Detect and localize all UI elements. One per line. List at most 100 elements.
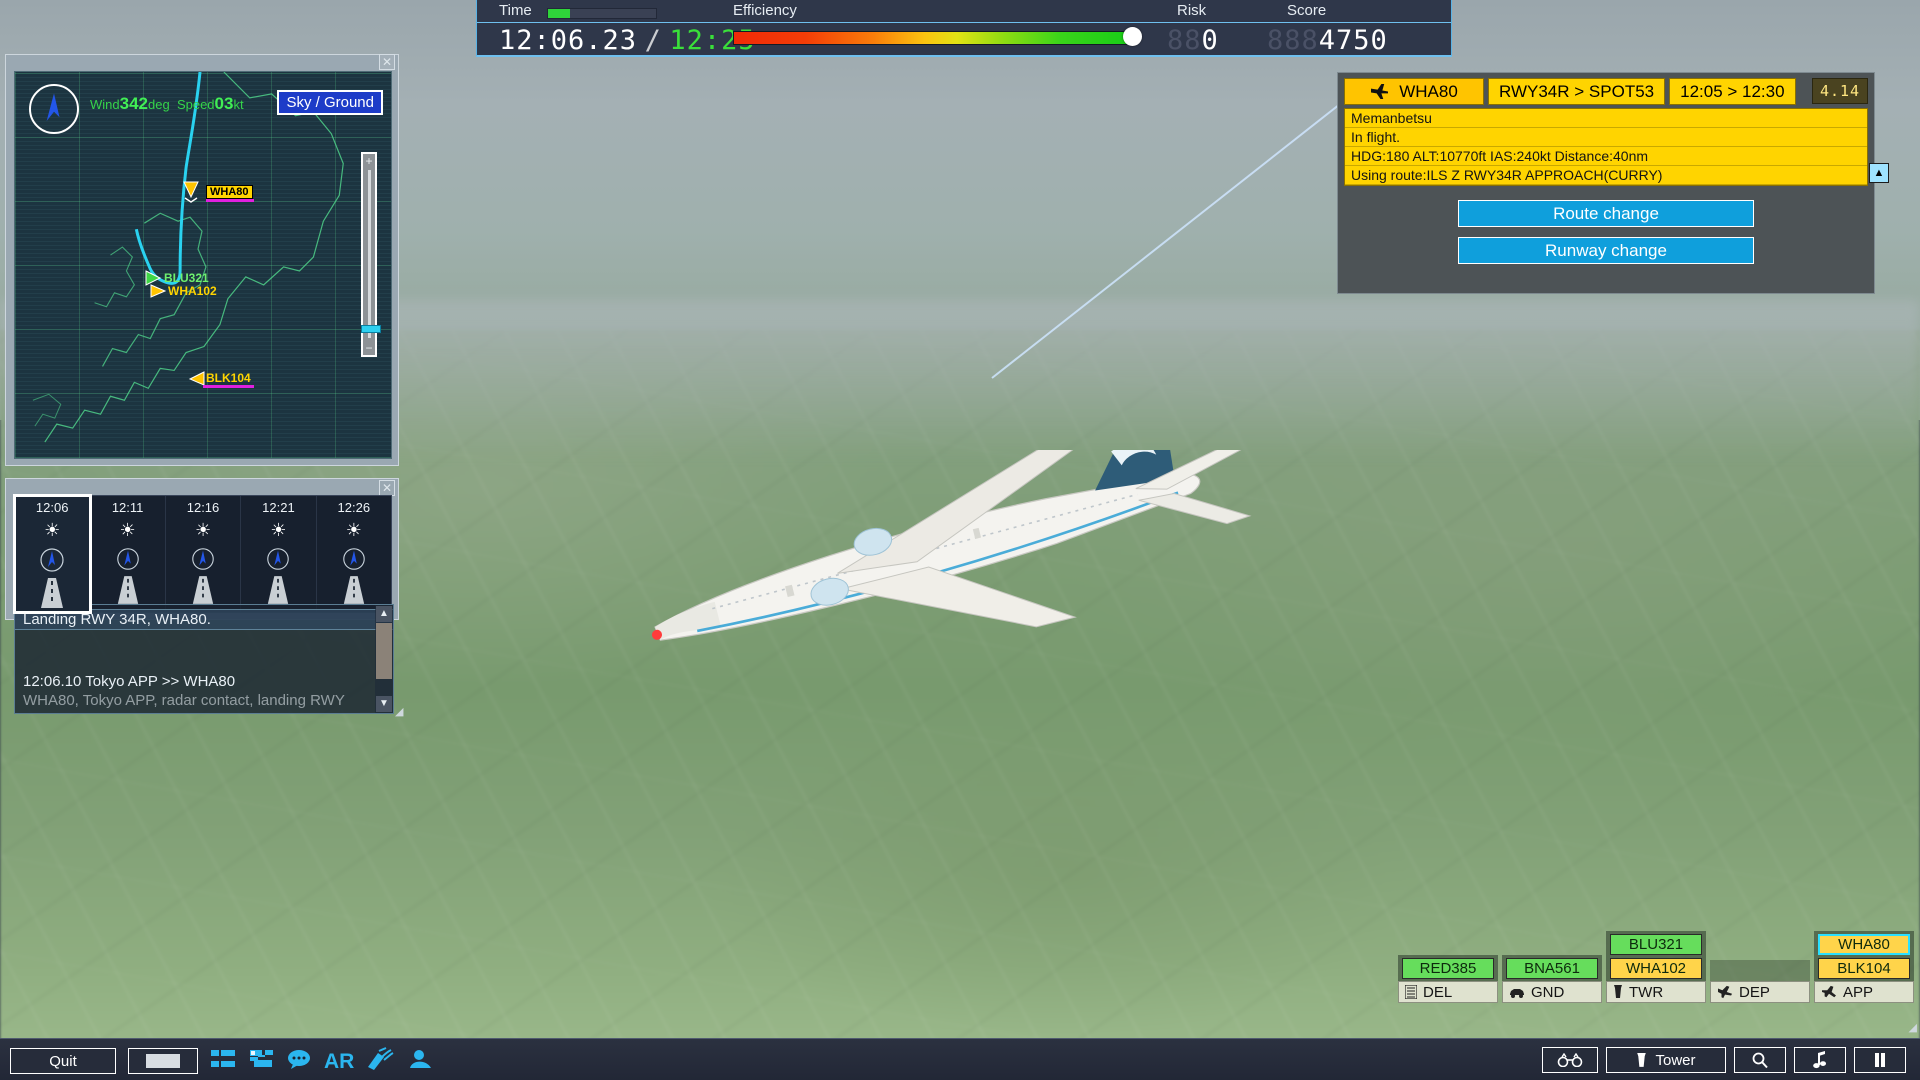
controller-aircraft-stack: WHA80 BLK104 [1814, 931, 1914, 981]
log-scrollbar[interactable]: ▲ ▼ [375, 605, 393, 713]
efficiency-knob [1123, 27, 1142, 46]
zoom-slider-handle[interactable] [361, 325, 381, 333]
radar-icon[interactable] [366, 1047, 394, 1075]
aircraft-chip[interactable]: WHA102 [1610, 958, 1702, 979]
runway-change-button[interactable]: Runway change [1458, 237, 1754, 264]
runway-icon[interactable] [248, 1048, 274, 1074]
log-entry-body[interactable]: WHA80, Tokyo APP, radar contact, landing… [15, 691, 393, 710]
speed-unit: kt [233, 97, 244, 112]
controller-label-text: DEL [1423, 983, 1453, 1001]
weather-cell[interactable]: 12:11 ☀ [90, 496, 166, 612]
weather-timeline-grid[interactable]: 12:06 ☀ 12:11 ☀ 12:16 ☀ 12:21 ☀ 12:26 ☀ [12, 494, 392, 614]
sky-ground-toggle[interactable]: Sky / Ground [277, 90, 383, 115]
flight-strip-panel[interactable]: WHA80 RWY34R > SPOT53 12:05 > 12:30 4.14… [1337, 72, 1889, 294]
map-panel[interactable]: ✕ Wind342deg Speed03kt Sky / Ground WHA8… [5, 54, 399, 466]
map-label-wha80[interactable]: WHA80 [206, 185, 253, 199]
zoom-in-icon[interactable]: + [363, 155, 375, 167]
person-cloud-icon[interactable] [406, 1048, 434, 1074]
wind-speed-value: 03 [214, 94, 234, 113]
pause-button[interactable] [1854, 1047, 1906, 1073]
log-scroll-thumb[interactable] [376, 623, 392, 679]
weather-timeline-panel[interactable]: ✕ 12:06 ☀ 12:11 ☀ 12:16 ☀ 12:21 ☀ 12:26 … [5, 478, 399, 620]
controller-aircraft-stack: RED385 [1398, 955, 1498, 981]
controller-column-dep[interactable]: DEP [1710, 960, 1810, 1003]
runway-icon [90, 576, 164, 604]
sun-icon: ☀ [44, 520, 61, 540]
flight-strip-callsign[interactable]: WHA80 [1344, 78, 1484, 105]
aircraft-chip-selected[interactable]: WHA80 [1818, 934, 1910, 955]
aircraft-chip[interactable]: BLU321 [1610, 934, 1702, 955]
route-change-button[interactable]: Route change [1458, 200, 1754, 227]
zoom-out-icon[interactable]: − [363, 342, 375, 354]
weather-cell[interactable]: 12:16 ☀ [166, 496, 242, 612]
quit-button[interactable]: Quit [10, 1048, 116, 1074]
view-mode-button[interactable]: Tower [1606, 1047, 1726, 1073]
wind-readout: Wind342deg Speed03kt [90, 94, 244, 114]
wind-dial-icon [90, 546, 164, 572]
binoculars-icon [1557, 1053, 1583, 1067]
binoculars-button[interactable] [1542, 1047, 1598, 1073]
scroll-down-icon[interactable]: ▼ [376, 696, 392, 712]
aircraft-chip[interactable]: BLK104 [1818, 958, 1910, 979]
map-zoom-slider[interactable]: + − [361, 152, 381, 357]
log-entry-header[interactable]: 12:06.10 Tokyo APP >> WHA80 [15, 672, 393, 691]
resize-grip-icon[interactable]: ◢ [395, 705, 1917, 718]
flight-strip-route[interactable]: RWY34R > SPOT53 [1488, 78, 1666, 105]
controller-column-gnd[interactable]: BNA561 GND [1502, 955, 1602, 1003]
weather-cell[interactable]: 12:26 ☀ [317, 496, 391, 612]
map-label-blk104[interactable]: BLK104 [203, 371, 254, 388]
strips-icon[interactable] [210, 1048, 236, 1074]
weather-cell[interactable]: 12:21 ☀ [241, 496, 317, 612]
controller-label-twr[interactable]: TWR [1606, 981, 1706, 1003]
approach-plane-icon [1822, 985, 1836, 998]
controller-label-app[interactable]: APP [1814, 981, 1914, 1003]
window-button[interactable] [128, 1048, 198, 1074]
plane-icon [1371, 83, 1389, 100]
map-marker-wha80[interactable] [181, 180, 201, 204]
flight-strip-callsign-text: WHA80 [1399, 81, 1458, 101]
speed-label: Speed [176, 97, 215, 112]
risk-inactive-digits: 88 [1167, 25, 1202, 56]
controller-column-app[interactable]: WHA80 BLK104 APP [1814, 931, 1914, 1003]
radar-map[interactable]: Wind342deg Speed03kt Sky / Ground WHA80 … [14, 71, 392, 459]
aircraft-chip[interactable]: RED385 [1402, 958, 1494, 979]
weather-cell[interactable]: 12:06 ☀ [12, 494, 93, 614]
flight-strip-times[interactable]: 12:05 > 12:30 [1669, 78, 1796, 105]
flight-strip-status: In flight. [1345, 128, 1867, 147]
log-highlight-line[interactable]: Landing RWY 34R, WHA80. [15, 609, 393, 630]
runway-icon [15, 578, 89, 608]
clock-elapsed: 12:06.23 [499, 25, 638, 56]
departure-plane-icon [1718, 985, 1732, 999]
aircraft-model-wha80[interactable] [590, 450, 1310, 690]
close-icon[interactable]: ✕ [379, 480, 395, 496]
search-button[interactable] [1734, 1047, 1786, 1073]
clock-separator: / [644, 25, 662, 56]
controller-position-bar[interactable]: RED385 DEL BNA561 GND BLU321 WHA102 TWR … [1398, 923, 1920, 1003]
controller-aircraft-stack [1710, 960, 1810, 981]
score-value: 8884750 [1267, 25, 1388, 56]
controller-label-dep[interactable]: DEP [1710, 981, 1810, 1003]
weather-cell-time: 12:16 [186, 500, 220, 515]
controller-column-del[interactable]: RED385 DEL [1398, 955, 1498, 1003]
wind-direction-value: 342 [119, 94, 148, 113]
chat-icon[interactable] [286, 1048, 312, 1074]
aircraft-chip[interactable]: BNA561 [1506, 958, 1598, 979]
close-icon[interactable]: ✕ [379, 54, 395, 70]
wind-dial-icon [15, 546, 89, 574]
expand-up-icon[interactable]: ▲ [1869, 163, 1889, 183]
flight-strip-route-detail: Using route:ILS Z RWY34R APPROACH(CURRY) [1345, 166, 1867, 185]
controller-label-del[interactable]: DEL [1398, 981, 1498, 1003]
wind-dial-icon [166, 546, 240, 572]
ar-icon[interactable]: AR [324, 1051, 354, 1072]
controller-column-twr[interactable]: BLU321 WHA102 TWR [1606, 931, 1706, 1003]
music-button[interactable] [1794, 1047, 1846, 1073]
window-resize-grip-icon[interactable]: ◢ [1909, 1021, 1917, 1034]
time-progress-fill [548, 9, 570, 18]
controller-label-gnd[interactable]: GND [1502, 981, 1602, 1003]
scroll-up-icon[interactable]: ▲ [376, 606, 392, 622]
map-label-wha102[interactable]: WHA102 [165, 284, 220, 298]
communication-log-panel[interactable]: Landing RWY 34R, WHA80. 12:06.10 Tokyo A… [14, 604, 394, 714]
score-active-digits: 4750 [1318, 25, 1388, 56]
search-icon [1752, 1052, 1768, 1069]
map-label-blu321[interactable]: BLU321 [161, 271, 212, 285]
